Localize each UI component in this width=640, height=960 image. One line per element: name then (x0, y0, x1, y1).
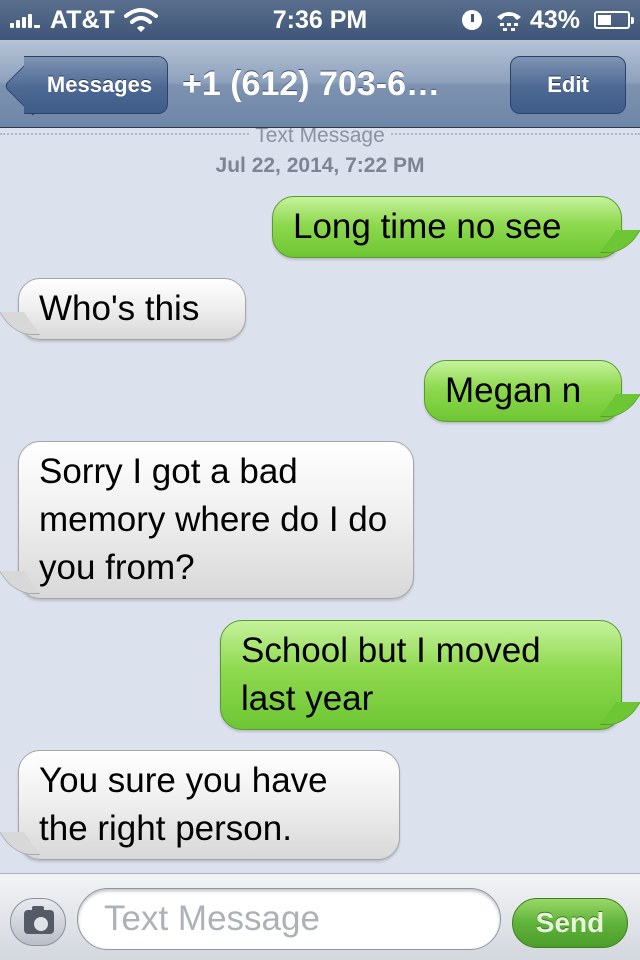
message-bubble-sent[interactable]: Long time no see (272, 196, 622, 258)
status-bar: AT&T 7:36 PM 43% (0, 0, 640, 40)
rotation-lock-icon (462, 10, 482, 30)
back-messages-button[interactable]: Messages (24, 56, 168, 114)
message-input[interactable] (77, 888, 501, 950)
camera-icon (24, 906, 54, 934)
navigation-bar: Messages +1 (612) 703-6… Edit (0, 40, 640, 128)
edit-button[interactable]: Edit (510, 56, 626, 114)
message-bubble-sent[interactable]: School but I moved last year (220, 620, 622, 730)
thread-timestamp: Jul 22, 2014, 7:22 PM (215, 154, 425, 177)
conversation-thread[interactable]: Text Message Jul 22, 2014, 7:22 PM Long … (0, 128, 640, 873)
battery-icon (594, 11, 634, 29)
message-bubble-received[interactable]: Who's this (18, 278, 246, 340)
message-bubble-received[interactable]: You sure you have the right person. (18, 750, 400, 860)
contact-title: +1 (612) 703-6… (182, 65, 440, 103)
send-button[interactable]: Send (512, 898, 628, 948)
compose-bar: Send (0, 873, 640, 960)
tty-icon (497, 12, 521, 31)
message-bubble-received[interactable]: Sorry I got a bad memory where do I do y… (18, 441, 414, 599)
message-bubble-sent[interactable]: Megan n (424, 360, 622, 422)
battery-percent: 43% (530, 6, 581, 34)
message-source-label: Text Message (0, 128, 640, 148)
camera-button[interactable] (10, 898, 66, 946)
